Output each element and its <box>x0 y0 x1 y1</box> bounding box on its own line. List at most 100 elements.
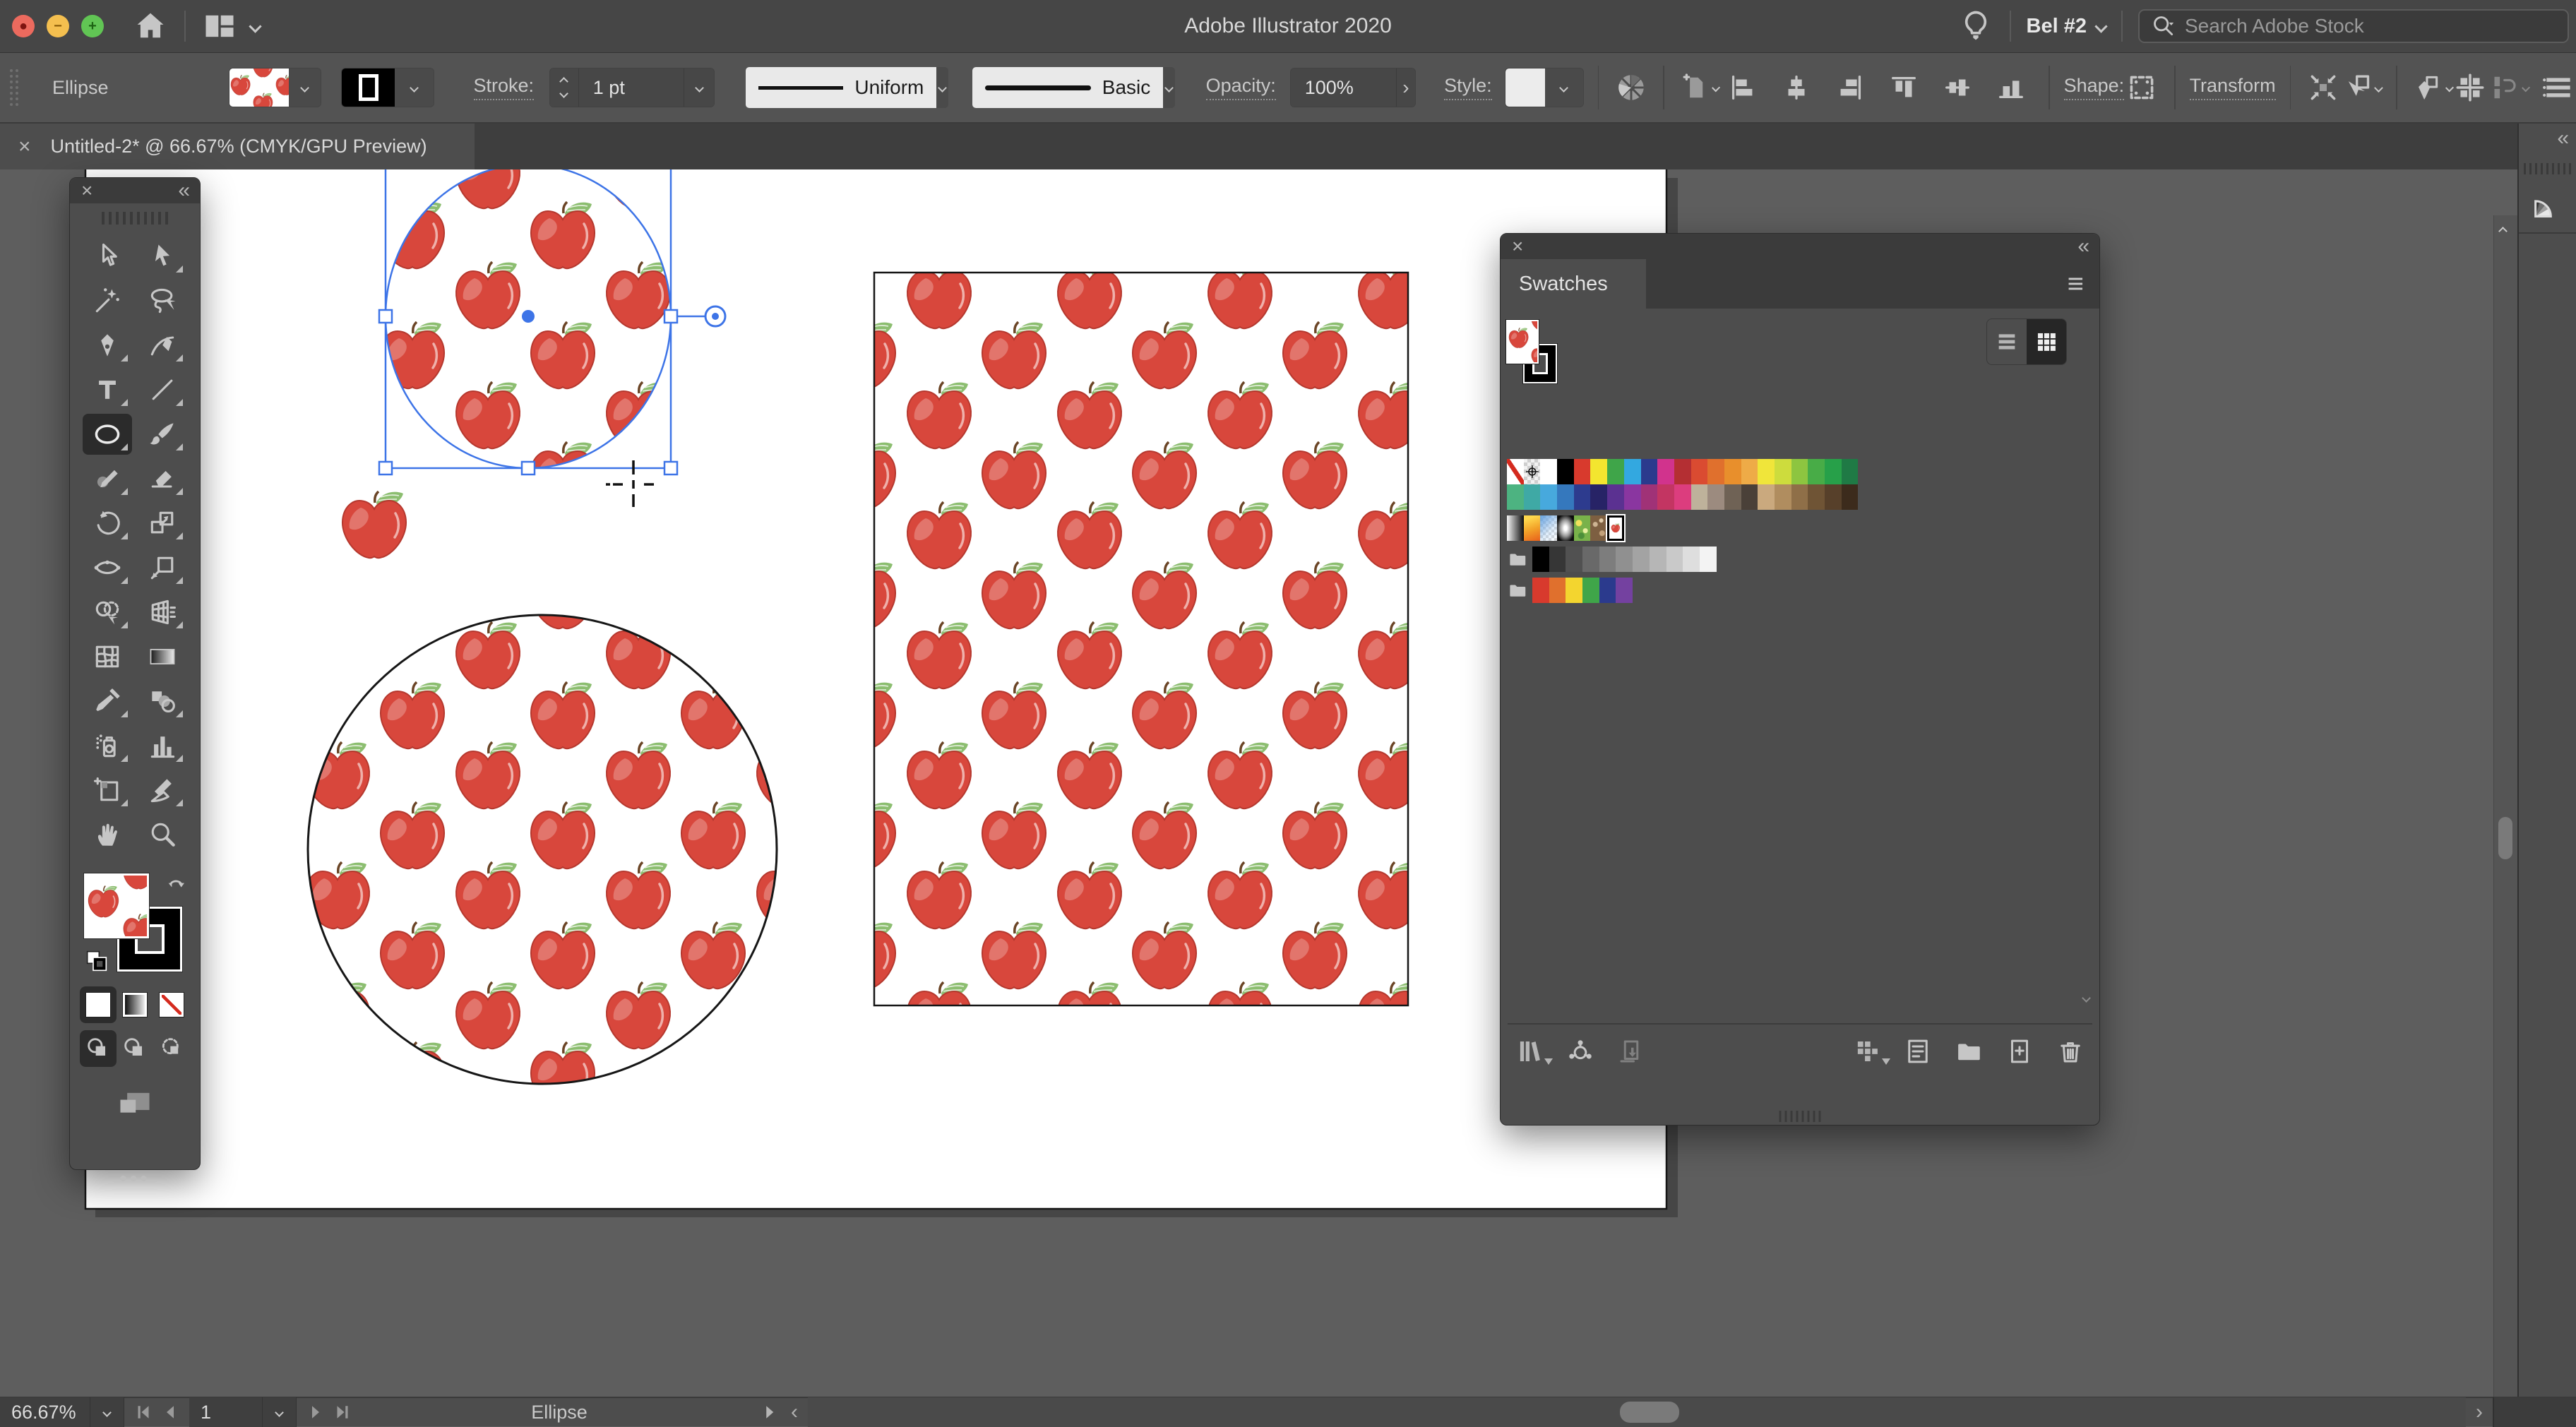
swatch-color[interactable] <box>1532 578 1549 603</box>
stroke-chevron-icon[interactable] <box>395 68 434 107</box>
search-input[interactable] <box>2185 15 2517 37</box>
pattern-circle[interactable] <box>306 614 778 1085</box>
first-artboard-icon[interactable] <box>131 1402 155 1423</box>
tool-shape-builder[interactable] <box>83 592 132 633</box>
tool-slice[interactable] <box>138 770 187 811</box>
tool-direct-selection[interactable] <box>138 236 187 277</box>
style-panel-link[interactable]: Style: <box>1444 75 1492 100</box>
horizontal-scroll-thumb[interactable] <box>1620 1402 1679 1423</box>
gradient-mode-button[interactable] <box>117 986 153 1023</box>
isolate-selection-icon[interactable] <box>2305 67 2341 108</box>
horizontal-align-center-icon[interactable] <box>1779 67 1814 108</box>
swatch-color[interactable] <box>1674 484 1691 510</box>
shape-properties-icon[interactable] <box>2124 67 2160 108</box>
tool-symbol-sprayer[interactable] <box>83 725 132 766</box>
make-with-pen-icon[interactable] <box>2411 67 2454 108</box>
tool-pen[interactable] <box>83 325 132 366</box>
swatch-color[interactable] <box>1683 547 1700 572</box>
swatch-color[interactable] <box>1573 459 1591 484</box>
swatch-color[interactable] <box>1791 459 1808 484</box>
tool-free-transform[interactable] <box>138 547 187 588</box>
style-chevron-icon[interactable] <box>1544 68 1583 107</box>
swatch-color[interactable] <box>1808 484 1825 510</box>
tool-eraser[interactable] <box>138 458 187 499</box>
stroke-panel-link[interactable]: Stroke: <box>473 75 535 100</box>
draw-inside-button[interactable] <box>153 1030 190 1067</box>
next-artboard-icon[interactable] <box>304 1402 328 1423</box>
center-point[interactable] <box>522 310 535 323</box>
swatch-color[interactable] <box>1758 459 1775 484</box>
panel-grip-icon[interactable] <box>10 69 18 106</box>
swatch-color[interactable] <box>1623 459 1641 484</box>
swatch-color[interactable] <box>1699 547 1717 572</box>
swatch-color[interactable] <box>1640 484 1658 510</box>
tab-close-icon[interactable]: × <box>18 135 31 159</box>
swatch-color[interactable] <box>1791 484 1808 510</box>
swatch-radial-glow[interactable] <box>1557 515 1574 541</box>
swatch-color[interactable] <box>1825 484 1842 510</box>
swatch-color[interactable] <box>1657 484 1674 510</box>
fill-chevron-icon[interactable] <box>289 68 321 107</box>
canvas-workspace[interactable] <box>0 169 2576 1397</box>
vertical-scrollbar[interactable] <box>2493 215 2517 1397</box>
tool-width[interactable] <box>83 547 132 588</box>
screen-mode-button[interactable] <box>70 1085 200 1126</box>
last-artboard-icon[interactable] <box>330 1402 354 1423</box>
tool-magic-wand[interactable] <box>83 280 132 321</box>
swatch-registration[interactable] <box>1523 459 1541 484</box>
swatch-color[interactable] <box>1573 484 1591 510</box>
variable-width-profile-dropdown[interactable]: Uniform <box>746 67 948 108</box>
lightbulb-icon[interactable] <box>1957 8 1994 44</box>
swatch-gradient-white-black[interactable] <box>1507 515 1524 541</box>
swatch-color[interactable] <box>1690 459 1708 484</box>
horizontal-align-right-icon[interactable] <box>1832 67 1868 108</box>
swatches-close-icon[interactable]: × <box>1512 237 1523 256</box>
swatch-color[interactable] <box>1657 459 1674 484</box>
swatch-fade-transparent[interactable] <box>1540 515 1558 541</box>
swatch-color[interactable] <box>1825 459 1842 484</box>
swatch-pattern-foliage[interactable] <box>1573 515 1591 541</box>
hscroll-right-icon[interactable]: › <box>2466 1400 2493 1424</box>
window-close-button[interactable]: ● <box>12 15 35 37</box>
tool-column-graph[interactable] <box>138 725 187 766</box>
libraries-icon[interactable] <box>1515 1037 1553 1066</box>
swatches-scroll-down-icon[interactable] <box>2082 992 2091 1005</box>
tool-line-segment[interactable] <box>138 369 187 410</box>
adobe-stock-search[interactable] <box>2138 9 2569 43</box>
swap-fill-stroke-icon[interactable] <box>163 875 191 903</box>
swatch-color[interactable] <box>1841 459 1859 484</box>
scroll-up-icon[interactable] <box>2498 225 2508 238</box>
swatch-color[interactable] <box>1707 459 1724 484</box>
swatch-pattern-apple[interactable] <box>1607 515 1624 541</box>
new-swatch-icon[interactable] <box>2005 1037 2034 1066</box>
swatch-color[interactable] <box>1549 547 1566 572</box>
color-themes-icon[interactable] <box>1566 1037 1595 1066</box>
swatches-fill-stroke-proxy[interactable] <box>1505 319 1563 388</box>
swatch-color[interactable] <box>1582 547 1599 572</box>
fill-proxy[interactable] <box>83 873 150 939</box>
swatch-color[interactable] <box>1633 547 1650 572</box>
draw-normal-button[interactable] <box>80 1030 117 1067</box>
hscroll-left-icon[interactable]: ‹ <box>781 1400 808 1424</box>
tool-hand[interactable] <box>83 814 132 855</box>
vertical-align-bottom-icon[interactable] <box>1993 67 2029 108</box>
tool-mesh[interactable] <box>83 636 132 677</box>
tool-scale[interactable] <box>138 503 187 544</box>
swatch-color[interactable] <box>1566 578 1583 603</box>
swatch-color[interactable] <box>1607 484 1624 510</box>
window-minimize-button[interactable]: − <box>47 15 69 37</box>
stroke-weight-chevron-icon[interactable] <box>684 68 715 107</box>
swatch-color[interactable] <box>1599 578 1616 603</box>
account-menu[interactable]: Bel #2 <box>2027 15 2108 38</box>
swatch-gradient-orange[interactable] <box>1523 515 1541 541</box>
tool-artboard[interactable] <box>83 770 132 811</box>
tool-eyedropper[interactable] <box>83 681 132 722</box>
vertical-align-top-icon[interactable] <box>1886 67 1921 108</box>
toolbar-close-icon[interactable]: × <box>81 181 93 201</box>
horizontal-align-left-icon[interactable] <box>1725 67 1760 108</box>
canvas[interactable] <box>0 169 2493 1397</box>
draw-behind-button[interactable] <box>117 1030 153 1067</box>
controlbar-menu-icon[interactable] <box>2540 67 2576 108</box>
swatch-color[interactable] <box>1741 484 1758 510</box>
swatch-color[interactable] <box>1649 547 1666 572</box>
